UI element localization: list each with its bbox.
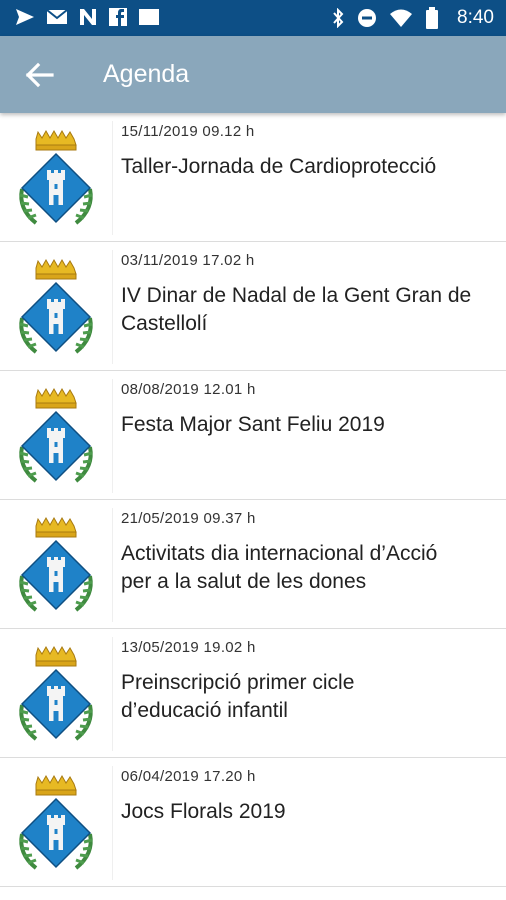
event-title-line: per a la salut de les dones	[121, 570, 367, 593]
coat-of-arms-image	[0, 250, 113, 364]
coat-of-arms-icon	[19, 129, 93, 225]
arrow-back-icon	[25, 62, 54, 88]
event-title-line: Activitats dia internacional d’Acció	[121, 542, 438, 565]
event-date: 03/11/2019 17.02 h	[121, 252, 255, 269]
event-title: Jocs Florals 2019	[121, 798, 506, 826]
wifi-icon	[390, 9, 413, 27]
list-item[interactable]: 15/11/2019 09.12 h Taller-Jornada de Car…	[0, 113, 506, 242]
coat-of-arms-icon	[19, 516, 93, 612]
event-title-line: IV Dinar de Nadal de la Gent Gran de	[121, 284, 472, 307]
mail-icon	[46, 9, 68, 24]
event-title-line: Jocs Florals 2019	[121, 800, 286, 823]
back-button[interactable]	[22, 60, 56, 90]
send-icon	[16, 9, 34, 25]
event-title-line: Castellolí	[121, 312, 208, 335]
coat-of-arms-image	[0, 766, 113, 880]
coat-of-arms-icon	[19, 258, 93, 354]
coat-of-arms-icon	[19, 645, 93, 741]
system-icons: 8:40	[331, 7, 494, 29]
list-item[interactable]: 13/05/2019 19.02 h Preinscripció primer …	[0, 629, 506, 758]
event-title: Festa Major Sant Feliu 2019	[121, 411, 506, 439]
event-date: 21/05/2019 09.37 h	[121, 510, 256, 527]
event-date: 06/04/2019 17.20 h	[121, 768, 256, 785]
list-item[interactable]: 06/04/2019 17.20 h Jocs Florals 2019	[0, 758, 506, 887]
coat-of-arms-image	[0, 508, 113, 622]
event-date: 08/08/2019 12.01 h	[121, 381, 256, 398]
event-date: 13/05/2019 19.02 h	[121, 639, 256, 656]
event-title-line: d’educació infantil	[121, 699, 288, 722]
n-app-icon	[80, 9, 96, 25]
battery-icon	[426, 7, 439, 29]
app-bar: Agenda	[0, 36, 506, 113]
coat-of-arms-image	[0, 121, 113, 235]
event-title: IV Dinar de Nadal de la Gent Gran de Cast…	[121, 282, 506, 338]
event-title: Activitats dia internacional d’Acció per …	[121, 540, 506, 596]
notification-icons	[14, 7, 160, 27]
do-not-disturb-icon	[358, 9, 377, 27]
coat-of-arms-icon	[19, 387, 93, 483]
facebook-icon	[109, 8, 127, 26]
event-title-line: Preinscripció primer cicle	[121, 671, 355, 694]
agenda-list[interactable]: 15/11/2019 09.12 h Taller-Jornada de Car…	[0, 113, 506, 900]
list-item[interactable]: 03/11/2019 17.02 h IV Dinar de Nadal de …	[0, 242, 506, 371]
event-title: Preinscripció primer cicle d’educació inf…	[121, 669, 506, 725]
bluetooth-icon	[333, 8, 344, 28]
status-bar: 8:40	[0, 0, 506, 36]
coat-of-arms-image	[0, 637, 113, 751]
list-item[interactable]: 08/08/2019 12.01 h Festa Major Sant Feli…	[0, 371, 506, 500]
page-title: Agenda	[103, 60, 190, 88]
coat-of-arms-image	[0, 379, 113, 493]
coat-of-arms-icon	[19, 774, 93, 870]
event-title: Taller-Jornada de Cardioprotecció	[121, 153, 506, 181]
event-title-line: Taller-Jornada de Cardioprotecció	[121, 155, 437, 178]
square-icon	[139, 9, 159, 25]
event-title-line: Festa Major Sant Feliu 2019	[121, 413, 385, 436]
list-item[interactable]: 21/05/2019 09.37 h Activitats dia intern…	[0, 500, 506, 629]
event-date: 15/11/2019 09.12 h	[121, 123, 255, 140]
clock: 8:40	[457, 7, 494, 28]
